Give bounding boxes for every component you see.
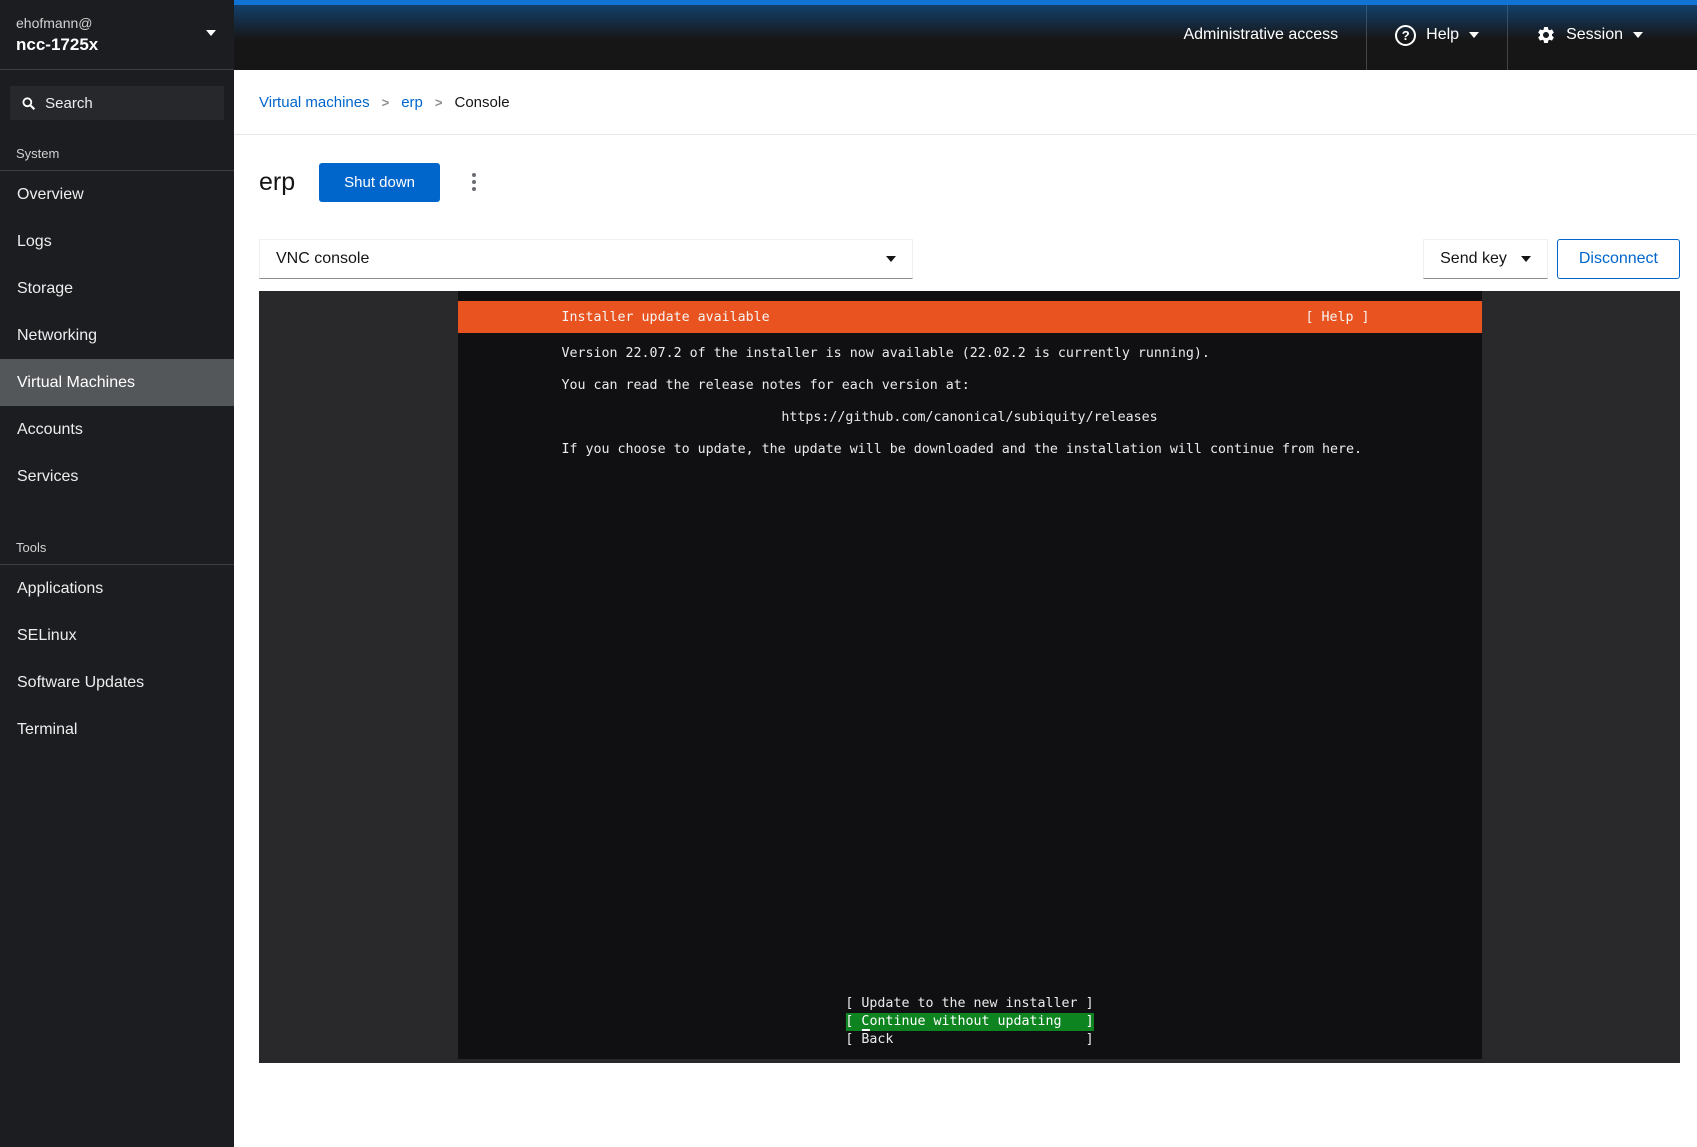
administrative-access-button[interactable]: Administrative access — [1155, 0, 1366, 70]
sidebar-nav: SystemOverviewLogsStorageNetworkingVirtu… — [0, 130, 234, 777]
session-label: Session — [1566, 26, 1623, 44]
disconnect-button[interactable]: Disconnect — [1557, 239, 1680, 279]
main-area: Administrative access ? Help Session Vir… — [234, 0, 1697, 1147]
search-icon — [22, 96, 35, 111]
console-panel: Installer update available [ Help ] Vers… — [259, 291, 1680, 1063]
installer-text: Version 22.07.2 of the installer is now … — [458, 346, 1482, 474]
sidebar: ehofmann@ ncc-1725x SystemOverviewLogsSt… — [0, 0, 234, 1147]
installer-option[interactable]: [ Back ] — [845, 1031, 1093, 1049]
sidebar-item-virtual-machines[interactable]: Virtual Machines — [0, 359, 234, 406]
gear-icon — [1536, 25, 1556, 45]
installer-option[interactable]: [ Continue without updating ] — [845, 1013, 1093, 1031]
hostname: ncc-1725x — [16, 33, 218, 57]
administrative-access-label: Administrative access — [1183, 26, 1338, 44]
sidebar-item-logs[interactable]: Logs — [0, 218, 234, 265]
breadcrumb: Virtual machines > erp > Console — [234, 70, 1697, 135]
sidebar-item-overview[interactable]: Overview — [0, 171, 234, 218]
help-label: Help — [1426, 26, 1459, 44]
breadcrumb-item-virtual-machines[interactable]: Virtual machines — [259, 94, 370, 111]
installer-title-bar: Installer update available [ Help ] — [458, 301, 1482, 333]
installer-text-line: If you choose to update, the update will… — [562, 442, 1378, 458]
breadcrumb-item-console: Console — [455, 94, 510, 111]
vnc-console-screen[interactable]: Installer update available [ Help ] Vers… — [458, 291, 1482, 1059]
masthead: Administrative access ? Help Session — [234, 0, 1697, 70]
sidebar-item-terminal[interactable]: Terminal — [0, 706, 234, 753]
text-cursor: C — [861, 1014, 869, 1031]
sidebar-item-networking[interactable]: Networking — [0, 312, 234, 359]
page-title-row: erp Shut down — [234, 161, 1697, 203]
sidebar-item-storage[interactable]: Storage — [0, 265, 234, 312]
user-menu[interactable]: ehofmann@ ncc-1725x — [0, 0, 234, 70]
console-toolbar: VNC console Send key Disconnect — [234, 239, 1697, 279]
installer-text-line: You can read the release notes for each … — [562, 378, 1378, 394]
cockpit-app: ehofmann@ ncc-1725x SystemOverviewLogsSt… — [0, 0, 1697, 1147]
breadcrumb-separator-icon: > — [382, 95, 390, 110]
help-icon: ? — [1395, 25, 1416, 46]
breadcrumb-item-erp[interactable]: erp — [401, 94, 423, 111]
help-menu[interactable]: ? Help — [1367, 0, 1507, 70]
chevron-down-icon — [1521, 256, 1531, 262]
search-box[interactable] — [10, 86, 224, 120]
installer-option[interactable]: [ Update to the new installer ] — [845, 995, 1093, 1013]
chevron-down-icon — [206, 30, 216, 36]
send-key-label: Send key — [1440, 250, 1507, 268]
search-input[interactable] — [45, 95, 212, 112]
masthead-right-pad — [1671, 0, 1697, 70]
installer-text-line: Version 22.07.2 of the installer is now … — [562, 346, 1378, 362]
nav-section-label: Tools — [0, 524, 234, 564]
chevron-down-icon — [1469, 32, 1479, 38]
nav-section-gap — [0, 500, 234, 524]
chevron-down-icon — [1633, 32, 1643, 38]
page-title: erp — [259, 168, 295, 197]
installer-options: [ Update to the new installer ][ Continu… — [845, 995, 1093, 1049]
installer-help-button[interactable]: [ Help ] — [1305, 310, 1369, 325]
console-type-select[interactable]: VNC console — [259, 239, 913, 279]
sidebar-item-applications[interactable]: Applications — [0, 565, 234, 612]
session-menu[interactable]: Session — [1508, 0, 1671, 70]
kebab-menu-icon[interactable] — [464, 165, 484, 199]
console-type-selected-value: VNC console — [276, 250, 369, 268]
nav-section-label: System — [0, 130, 234, 170]
installer-text-line: https://github.com/canonical/subiquity/r… — [562, 410, 1378, 426]
username: ehofmann@ — [16, 13, 218, 33]
chevron-down-icon — [886, 256, 896, 262]
shut-down-button[interactable]: Shut down — [319, 163, 440, 202]
breadcrumb-separator-icon: > — [435, 95, 443, 110]
sidebar-item-selinux[interactable]: SELinux — [0, 612, 234, 659]
sidebar-item-accounts[interactable]: Accounts — [0, 406, 234, 453]
installer-title: Installer update available — [562, 310, 770, 325]
sidebar-item-software-updates[interactable]: Software Updates — [0, 659, 234, 706]
sidebar-item-services[interactable]: Services — [0, 453, 234, 500]
send-key-dropdown[interactable]: Send key — [1423, 239, 1548, 279]
nav-section-gap — [0, 753, 234, 777]
